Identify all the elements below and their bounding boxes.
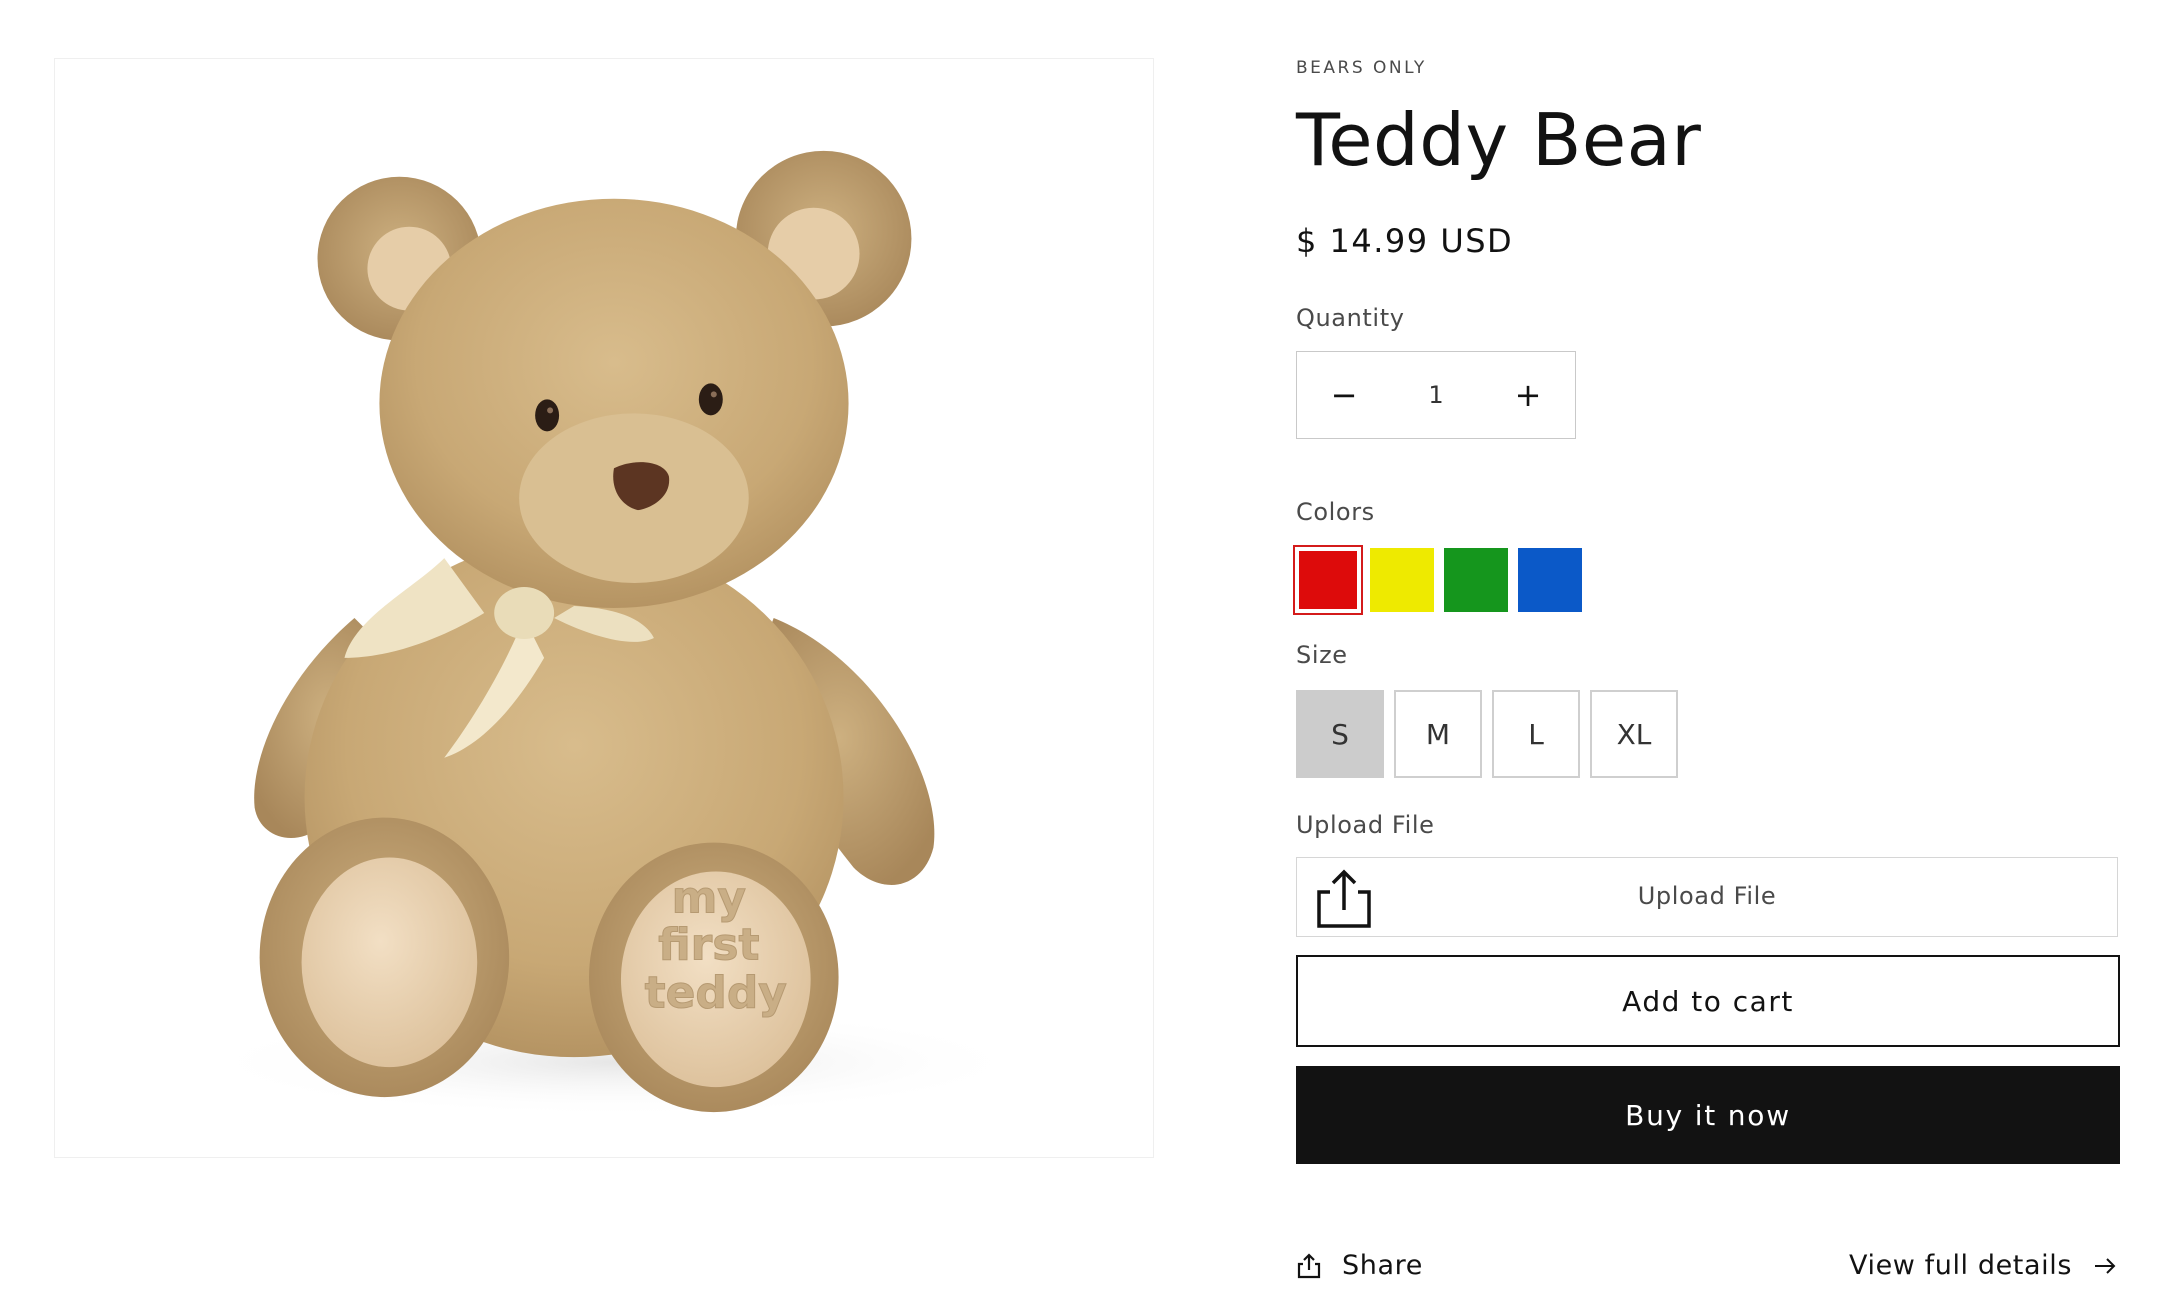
share-icon: [1297, 1252, 1321, 1278]
color-swatch-blue[interactable]: [1518, 548, 1582, 612]
size-option-m[interactable]: M: [1394, 690, 1482, 778]
product-info: BEARS ONLY Teddy Bear $ 14.99 USD Quanti…: [1293, 0, 2120, 1308]
quantity-increase-button[interactable]: +: [1481, 352, 1575, 438]
add-to-cart-button[interactable]: Add to cart: [1296, 955, 2120, 1047]
quantity-input[interactable]: [1391, 380, 1481, 410]
size-options: S M L XL: [1296, 690, 1688, 778]
product-title: Teddy Bear: [1296, 98, 1702, 182]
share-button[interactable]: Share: [1296, 1250, 1423, 1281]
foot-text-line-3: teddy: [645, 967, 787, 1018]
share-label: Share: [1342, 1250, 1423, 1281]
quantity-label: Quantity: [1296, 304, 1405, 332]
foot-text-line-1: my: [672, 872, 746, 923]
buy-it-now-button[interactable]: Buy it now: [1296, 1066, 2120, 1164]
quantity-stepper: − +: [1296, 351, 1576, 439]
view-full-details-label: View full details: [1848, 1250, 2072, 1281]
upload-file-button[interactable]: Upload File: [1296, 857, 2118, 937]
size-option-s[interactable]: S: [1296, 690, 1384, 778]
color-swatch-red[interactable]: [1293, 545, 1363, 615]
upload-label: Upload File: [1296, 811, 1435, 839]
view-full-details-link[interactable]: View full details: [1849, 1250, 2116, 1281]
product-price: $ 14.99 USD: [1296, 222, 1514, 260]
size-option-xl[interactable]: XL: [1590, 690, 1678, 778]
upload-file-text: Upload File: [1637, 882, 1777, 910]
product-image[interactable]: my first teddy: [54, 58, 1154, 1158]
color-swatches: [1293, 545, 1592, 615]
quantity-decrease-button[interactable]: −: [1297, 352, 1391, 438]
minus-icon: −: [1330, 376, 1358, 414]
vendor-name: BEARS ONLY: [1296, 58, 1427, 78]
size-option-l[interactable]: L: [1492, 690, 1580, 778]
foot-text-line-2: first: [658, 919, 759, 970]
teddy-bear-image: my first teddy: [194, 150, 1034, 1118]
colors-label: Colors: [1296, 498, 1375, 526]
size-label: Size: [1296, 641, 1348, 669]
color-swatch-yellow[interactable]: [1370, 548, 1434, 612]
plus-icon: +: [1514, 376, 1542, 414]
arrow-right-icon: [2095, 1257, 2116, 1274]
color-swatch-green[interactable]: [1444, 548, 1508, 612]
